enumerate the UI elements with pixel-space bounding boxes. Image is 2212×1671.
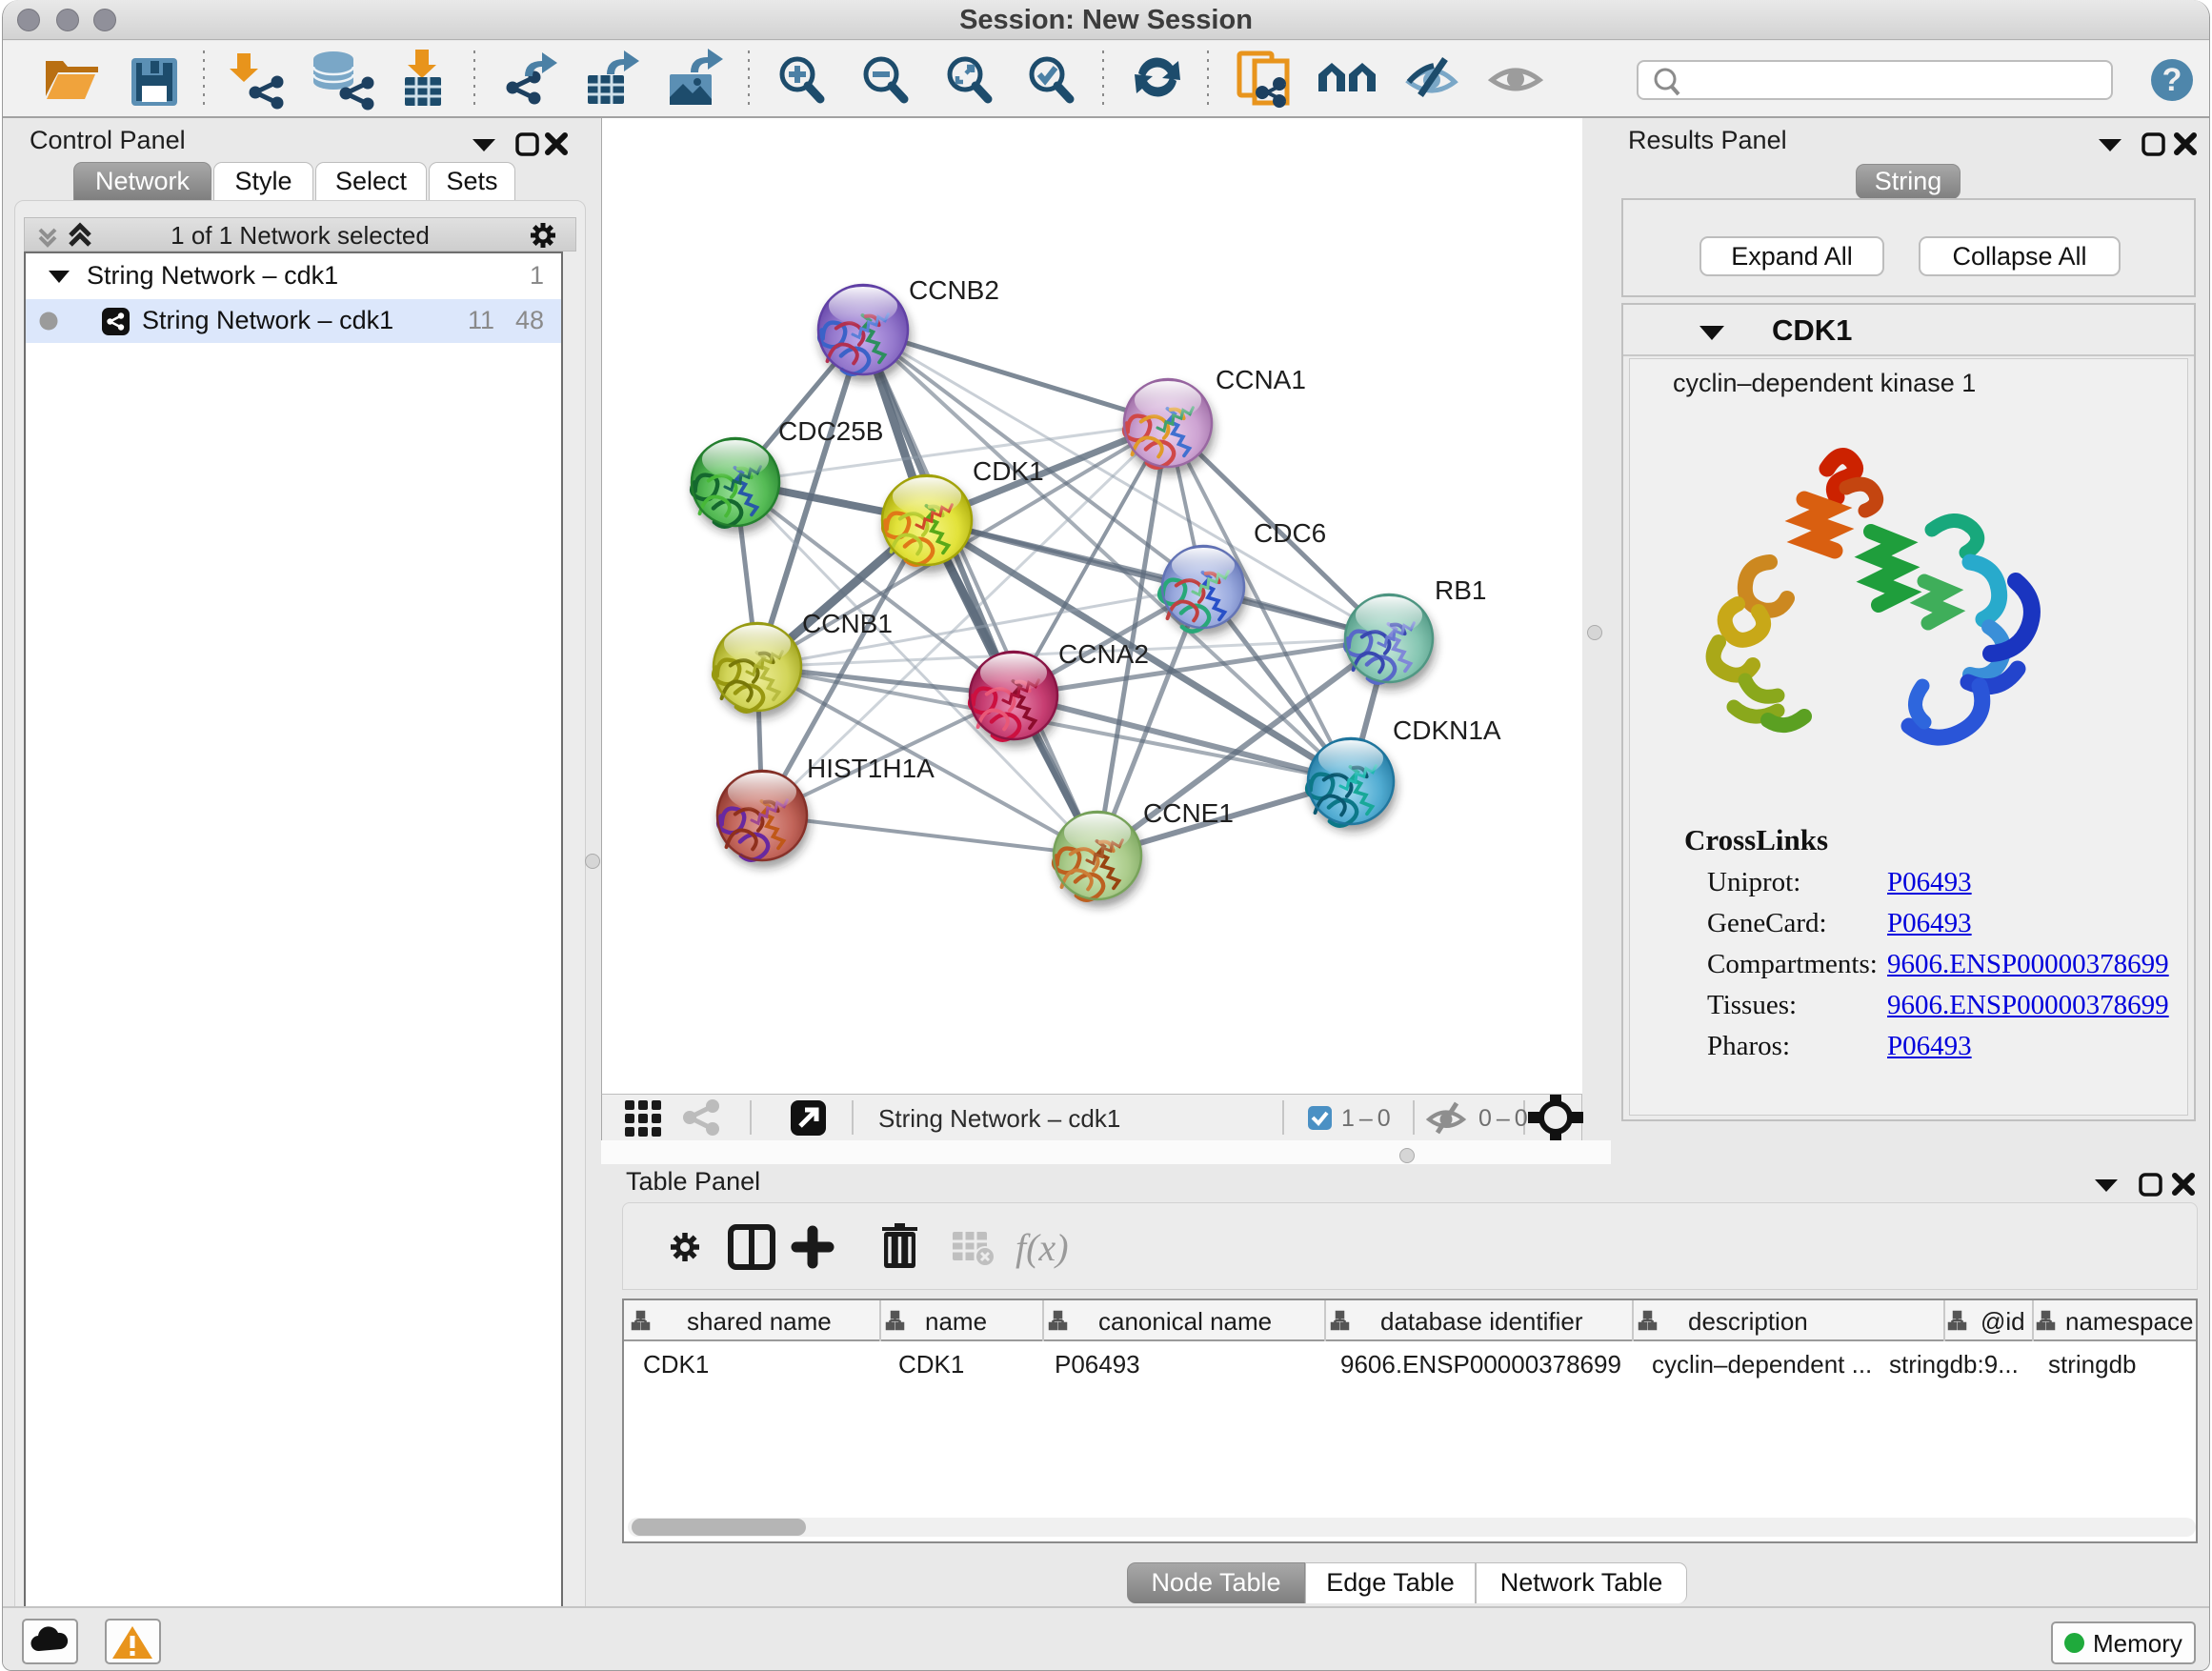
- svg-text:CCNB2: CCNB2: [909, 275, 999, 305]
- svg-text:CDK1: CDK1: [898, 1350, 964, 1379]
- svg-text:CDK1: CDK1: [973, 456, 1044, 486]
- svg-text:canonical name: canonical name: [1098, 1307, 1272, 1336]
- svg-text:9606.ENSP00000378699: 9606.ENSP00000378699: [1340, 1350, 1621, 1379]
- svg-text:CDKN1A: CDKN1A: [1393, 715, 1501, 745]
- svg-text:?: ?: [2162, 62, 2182, 98]
- svg-text:namespace: namespace: [2065, 1307, 2193, 1336]
- svg-text:name: name: [925, 1307, 987, 1336]
- svg-text:P06493: P06493: [1055, 1350, 1140, 1379]
- svg-text:shared name: shared name: [687, 1307, 832, 1336]
- svg-text:CCNA1: CCNA1: [1216, 365, 1306, 394]
- svg-text:stringdb: stringdb: [2048, 1350, 2137, 1379]
- svg-text:description: description: [1688, 1307, 1808, 1336]
- svg-text:CDK1: CDK1: [643, 1350, 709, 1379]
- svg-text:CDC6: CDC6: [1254, 518, 1326, 548]
- svg-text:HIST1H1A: HIST1H1A: [807, 754, 935, 783]
- svg-text:CCNA2: CCNA2: [1058, 639, 1149, 669]
- svg-text:CCNB1: CCNB1: [802, 609, 893, 638]
- svg-text:RB1: RB1: [1435, 575, 1486, 605]
- svg-text:cyclin–dependent ...: cyclin–dependent ...: [1652, 1350, 1872, 1379]
- svg-text:stringdb:9...: stringdb:9...: [1889, 1350, 2019, 1379]
- svg-text:@id: @id: [1981, 1307, 2025, 1336]
- svg-text:f(x): f(x): [1016, 1226, 1069, 1269]
- svg-text:CCNE1: CCNE1: [1143, 798, 1234, 828]
- svg-text:CDC25B: CDC25B: [778, 416, 883, 446]
- svg-text:database identifier: database identifier: [1380, 1307, 1583, 1336]
